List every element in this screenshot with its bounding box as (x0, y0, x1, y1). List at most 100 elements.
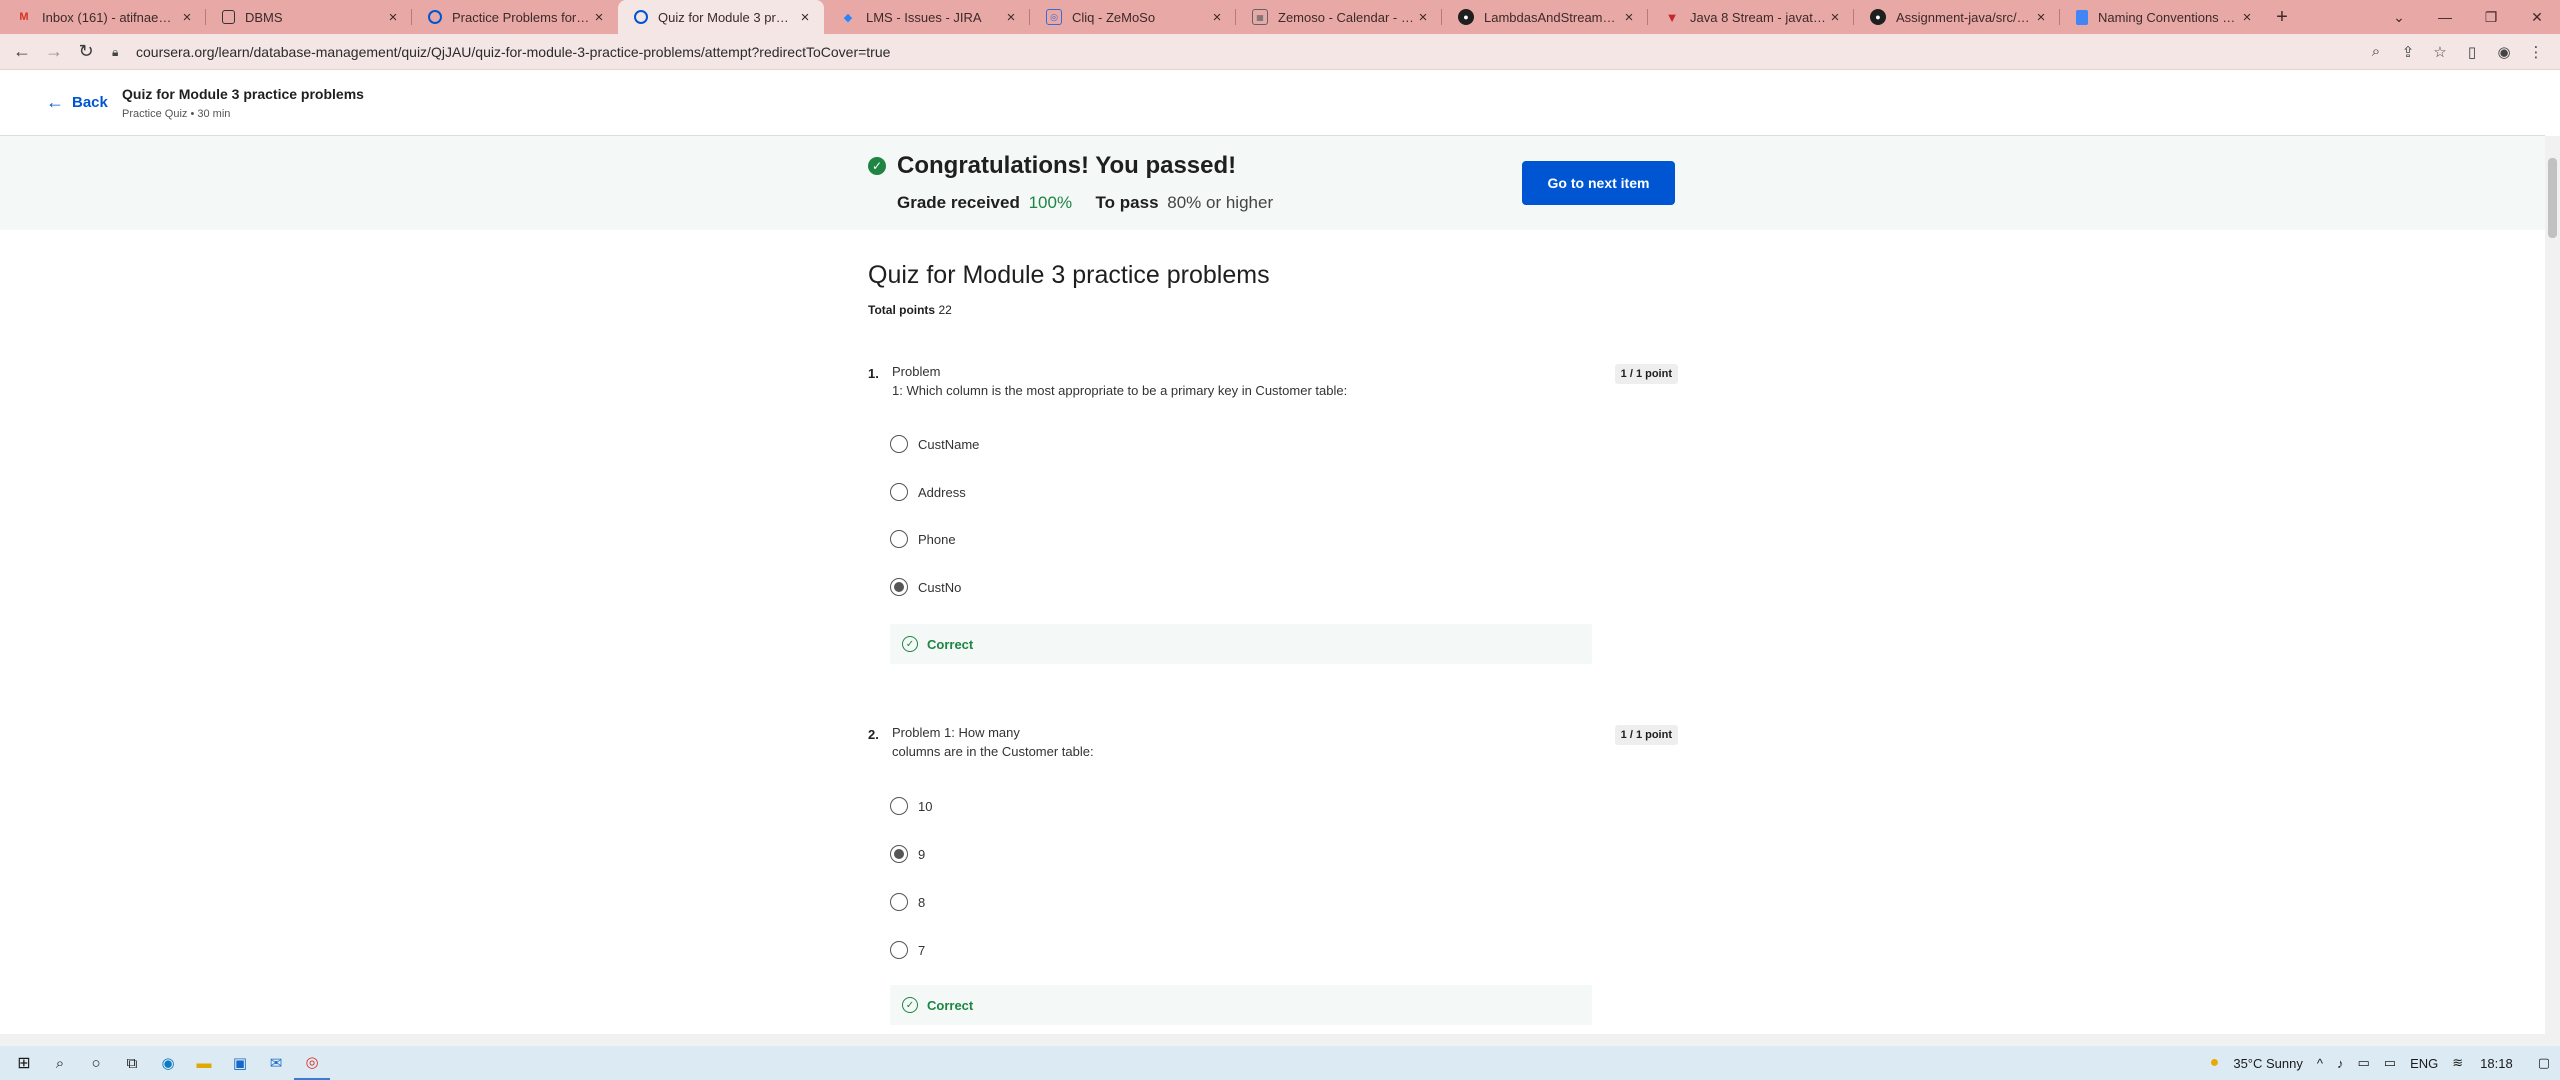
radio-button[interactable] (890, 797, 908, 815)
back-label: Back (72, 94, 108, 111)
browser-tab[interactable]: ▦ Zemoso - Calendar - Marc × (1236, 0, 1442, 34)
weather-sun-icon[interactable]: ● (2203, 1054, 2227, 1072)
volume-icon[interactable]: ♪ (2330, 1056, 2351, 1071)
close-tab-icon[interactable]: × (796, 9, 814, 26)
menu-kebab-icon[interactable]: ⋮ (2520, 43, 2552, 61)
store-icon[interactable]: ▣ (222, 1046, 258, 1080)
wifi-icon[interactable]: ≋ (2445, 1055, 2470, 1071)
radio-button[interactable] (890, 435, 908, 453)
scrollbar-thumb[interactable] (2548, 158, 2557, 238)
tab-search-icon[interactable]: ⌄ (2376, 9, 2422, 26)
grade-value: 100% (1028, 193, 1073, 212)
clock-time[interactable]: 18:18 (2470, 1056, 2531, 1071)
radio-button-selected[interactable] (890, 845, 908, 863)
question-text-line: Problem 1: How many (892, 725, 1020, 740)
browser-tab[interactable]: M Inbox (161) - atifnaeem.m × (0, 0, 206, 34)
close-tab-icon[interactable]: × (1620, 9, 1638, 26)
close-tab-icon[interactable]: × (2032, 9, 2050, 26)
calendar-icon: ▦ (1252, 9, 1268, 25)
browser-tab[interactable]: Naming Conventions - Go × (2060, 0, 2266, 34)
search-icon[interactable]: ⌕ (42, 1046, 78, 1080)
network-icon[interactable]: ▭ (2350, 1055, 2376, 1071)
arrow-left-icon: ← (46, 92, 64, 112)
answer-option[interactable]: CustName (890, 435, 979, 453)
tab-title: LMS - Issues - JIRA (866, 9, 982, 25)
coursera-icon (428, 10, 442, 24)
browser-tab[interactable]: Practice Problems for Mod × (412, 0, 618, 34)
answer-option-selected[interactable]: 9 (890, 845, 925, 863)
profile-icon[interactable]: ◉ (2488, 43, 2520, 61)
answer-option[interactable]: 8 (890, 893, 925, 911)
pass-value: 80% or higher (1167, 193, 1274, 212)
question-2: 2. Problem 1: How many columns are in th… (868, 723, 1678, 1033)
close-tab-icon[interactable]: × (178, 9, 196, 26)
close-tab-icon[interactable]: × (2238, 9, 2256, 26)
bookmark-star-icon[interactable]: ☆ (2424, 43, 2456, 61)
answer-option[interactable]: 7 (890, 941, 925, 959)
back-button[interactable]: ← Back (46, 92, 108, 113)
answer-option[interactable]: 10 (890, 797, 932, 815)
browser-tab-active[interactable]: Quiz for Module 3 practice × (618, 0, 824, 34)
browser-tab[interactable]: ◆ LMS - Issues - JIRA × (824, 0, 1030, 34)
radio-button[interactable] (890, 893, 908, 911)
language-indicator[interactable]: ENG (2403, 1056, 2445, 1071)
go-to-next-item-button[interactable]: Go to next item (1522, 161, 1675, 205)
side-panel-icon[interactable]: ▯ (2456, 43, 2488, 61)
browser-tab[interactable]: DBMS × (206, 0, 412, 34)
chevron-up-icon[interactable]: ^ (2310, 1056, 2330, 1071)
lock-icon[interactable]: 🔒︎ (112, 45, 126, 59)
back-arrow-icon[interactable]: ← (6, 41, 38, 62)
mail-icon[interactable]: ✉ (258, 1046, 294, 1080)
address-bar-actions: ⌕ ⇪ ☆ ▯ ◉ ⋮ (2360, 43, 2552, 61)
points-badge: 1 / 1 point (1614, 364, 1678, 384)
new-tab-button[interactable]: + (2266, 0, 2298, 34)
cliq-icon: ◎ (1046, 9, 1062, 25)
browser-tab[interactable]: ▼ Java 8 Stream - javatpoint × (1648, 0, 1854, 34)
jira-icon: ◆ (843, 11, 853, 24)
radio-button[interactable] (890, 941, 908, 959)
answer-option-selected[interactable]: CustNo (890, 578, 961, 596)
vertical-scrollbar[interactable] (2545, 136, 2560, 1034)
tab-title: Quiz for Module 3 practice (658, 9, 796, 25)
notifications-icon[interactable]: ▢ (2531, 1055, 2560, 1071)
cortana-icon[interactable]: ○ (78, 1046, 114, 1080)
forward-arrow-icon[interactable]: → (38, 41, 70, 62)
minimize-icon[interactable]: — (2422, 9, 2468, 25)
close-tab-icon[interactable]: × (1208, 9, 1226, 26)
radio-button[interactable] (890, 483, 908, 501)
horizontal-scrollbar[interactable] (0, 1034, 2560, 1046)
header-subtitle: Practice Quiz • 30 min (122, 108, 231, 120)
radio-button-selected[interactable] (890, 578, 908, 596)
zoom-icon[interactable]: ⌕ (2360, 43, 2392, 60)
option-label: 10 (918, 798, 933, 814)
close-tab-icon[interactable]: × (1826, 9, 1844, 26)
task-view-icon[interactable]: ⧉ (114, 1046, 150, 1080)
total-points-label: Total points (868, 303, 936, 317)
browser-tab[interactable]: ◎ Cliq - ZeMoSo × (1030, 0, 1236, 34)
close-tab-icon[interactable]: × (1002, 9, 1020, 26)
url-field[interactable]: 🔒︎ coursera.org/learn/database-managemen… (112, 44, 2360, 60)
tab-title: LambdasAndStreams/Mai (1484, 9, 1620, 25)
answer-option[interactable]: Address (890, 483, 966, 501)
file-explorer-icon[interactable]: ▬ (186, 1046, 222, 1080)
answer-option[interactable]: Phone (890, 530, 956, 548)
restore-icon[interactable]: ❐ (2468, 9, 2514, 26)
browser-tab[interactable]: ● Assignment-java/src/com × (1854, 0, 2060, 34)
close-tab-icon[interactable]: × (1414, 9, 1432, 26)
close-tab-icon[interactable]: × (590, 9, 608, 26)
weather-text[interactable]: 35°C Sunny (2226, 1056, 2310, 1071)
question-text: Problem 1: How many columns are in the C… (892, 723, 1094, 761)
chrome-icon[interactable]: ◎ (294, 1046, 330, 1080)
windows-start-icon[interactable]: ⊞ (6, 1046, 42, 1080)
share-icon[interactable]: ⇪ (2392, 43, 2424, 61)
close-window-icon[interactable]: ✕ (2514, 9, 2560, 26)
github-icon: ● (1870, 9, 1886, 25)
edge-icon[interactable]: ◉ (150, 1046, 186, 1080)
battery-icon[interactable]: ▭ (2377, 1055, 2403, 1071)
reload-icon[interactable]: ↻ (70, 41, 102, 62)
docs-icon (2076, 9, 2088, 25)
browser-tab[interactable]: ● LambdasAndStreams/Mai × (1442, 0, 1648, 34)
close-tab-icon[interactable]: × (384, 9, 402, 26)
tab-title: DBMS (245, 9, 283, 25)
radio-button[interactable] (890, 530, 908, 548)
